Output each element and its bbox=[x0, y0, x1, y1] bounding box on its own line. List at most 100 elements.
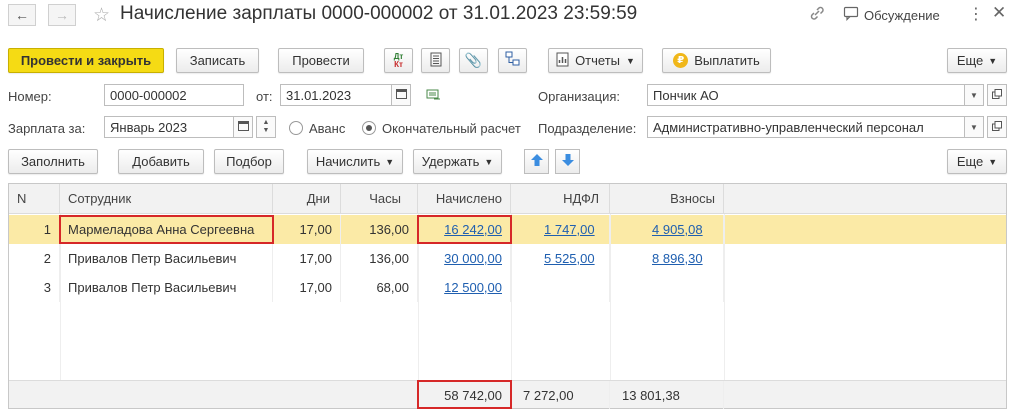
hours-cell[interactable]: 136,00 bbox=[341, 215, 418, 244]
move-down-button[interactable] bbox=[555, 149, 580, 174]
organization-label: Организация: bbox=[538, 89, 621, 104]
comment-icon[interactable] bbox=[426, 89, 441, 105]
calendar-icon bbox=[237, 120, 249, 134]
link-icon[interactable] bbox=[808, 4, 826, 25]
column-header-hours[interactable]: Часы bbox=[341, 184, 418, 214]
organization-open-button[interactable] bbox=[987, 84, 1007, 106]
accrue-button[interactable]: Начислить ▼ bbox=[307, 149, 403, 174]
period-spinner[interactable]: ▲ ▼ bbox=[256, 116, 276, 138]
column-divider bbox=[724, 214, 725, 408]
column-header-n[interactable]: N bbox=[9, 184, 60, 214]
division-dropdown-button[interactable]: ▼ bbox=[964, 116, 984, 138]
kt-text: Кт bbox=[394, 59, 403, 69]
document-button[interactable] bbox=[421, 48, 450, 73]
period-calendar-button[interactable] bbox=[233, 116, 253, 138]
forward-button[interactable]: → bbox=[48, 4, 76, 26]
highlight-accrued-box bbox=[417, 215, 512, 244]
move-up-button[interactable] bbox=[524, 149, 549, 174]
organization-dropdown-button[interactable]: ▼ bbox=[964, 84, 984, 106]
ndfl-cell[interactable]: 1 747,00 bbox=[511, 215, 610, 244]
ndfl-cell[interactable]: 5 525,00 bbox=[511, 244, 610, 273]
ndfl-link[interactable]: 1 747,00 bbox=[544, 222, 595, 237]
fill-button[interactable]: Заполнить bbox=[8, 149, 98, 174]
column-header-filler bbox=[724, 184, 1006, 214]
salary-period-field[interactable]: Январь 2023 bbox=[104, 116, 234, 138]
save-button[interactable]: Записать bbox=[176, 48, 259, 73]
more-menu-icon[interactable]: ⋮ bbox=[968, 4, 984, 24]
total-contributions: 13 801,38 bbox=[610, 381, 724, 409]
advance-radio[interactable] bbox=[289, 121, 303, 135]
salary-for-label: Зарплата за: bbox=[8, 121, 86, 136]
days-cell[interactable]: 17,00 bbox=[273, 215, 341, 244]
division-open-button[interactable] bbox=[987, 116, 1007, 138]
discussion-button[interactable]: Обсуждение bbox=[843, 6, 940, 24]
accrued-link[interactable]: 30 000,00 bbox=[444, 251, 502, 266]
fill-label: Заполнить bbox=[21, 154, 85, 169]
post-button[interactable]: Провести bbox=[278, 48, 364, 73]
pay-button[interactable]: ₽ Выплатить bbox=[662, 48, 771, 73]
add-button[interactable]: Добавить bbox=[118, 149, 204, 174]
post-and-close-label: Провести и закрыть bbox=[20, 53, 152, 68]
dt-kt-button[interactable]: Дт Кт bbox=[384, 48, 413, 73]
hierarchy-icon bbox=[505, 51, 521, 70]
structure-button[interactable] bbox=[498, 48, 527, 73]
accrued-cell[interactable]: 12 500,00 bbox=[418, 273, 511, 302]
ndfl-cell[interactable] bbox=[511, 273, 610, 302]
attach-button[interactable]: 📎 bbox=[459, 48, 488, 73]
division-label: Подразделение: bbox=[538, 121, 637, 136]
row-number: 2 bbox=[9, 244, 60, 273]
employee-cell[interactable]: Привалов Петр Васильевич bbox=[60, 244, 273, 273]
contributions-link[interactable]: 8 896,30 bbox=[652, 251, 703, 266]
more-button[interactable]: Еще ▼ bbox=[947, 48, 1007, 73]
column-header-employee[interactable]: Сотрудник bbox=[60, 184, 273, 214]
report-icon bbox=[556, 52, 569, 70]
dropdown-arrow-icon: ▼ bbox=[484, 156, 494, 167]
column-header-accrued[interactable]: Начислено bbox=[418, 184, 511, 214]
column-header-days[interactable]: Дни bbox=[273, 184, 341, 214]
more-label: Еще bbox=[956, 53, 984, 68]
hours-cell[interactable]: 136,00 bbox=[341, 244, 418, 273]
close-icon[interactable]: ✕ bbox=[992, 3, 1006, 23]
organization-field[interactable]: Пончик АО bbox=[647, 84, 965, 106]
contributions-cell[interactable]: 8 896,30 bbox=[610, 244, 724, 273]
withhold-button[interactable]: Удержать ▼ bbox=[413, 149, 502, 174]
employees-table[interactable]: N Сотрудник Дни Часы Начислено НДФЛ Взно… bbox=[8, 183, 1007, 409]
division-field[interactable]: Административно-управленческий персонал bbox=[647, 116, 965, 138]
accrued-link[interactable]: 12 500,00 bbox=[444, 280, 502, 295]
contributions-cell[interactable]: 4 905,08 bbox=[610, 215, 724, 244]
number-field[interactable]: 0000-000002 bbox=[104, 84, 244, 106]
ndfl-link[interactable]: 5 525,00 bbox=[544, 251, 595, 266]
chat-icon bbox=[843, 6, 859, 24]
hours-cell[interactable]: 68,00 bbox=[341, 273, 418, 302]
dropdown-arrow-icon: ▼ bbox=[988, 55, 998, 66]
post-and-close-button[interactable]: Провести и закрыть bbox=[8, 48, 164, 73]
back-button[interactable]: ← bbox=[8, 4, 36, 26]
spin-up-icon: ▲ bbox=[262, 119, 270, 126]
ruble-coin-icon: ₽ bbox=[673, 53, 689, 68]
column-header-ndfl[interactable]: НДФЛ bbox=[511, 184, 610, 214]
reports-button[interactable]: Отчеты ▼ bbox=[548, 48, 643, 73]
selection-button[interactable]: Подбор bbox=[214, 149, 284, 174]
table-more-button[interactable]: Еще ▼ bbox=[947, 149, 1007, 174]
open-icon bbox=[992, 120, 1002, 134]
contributions-link[interactable]: 4 905,08 bbox=[652, 222, 703, 237]
table-row[interactable]: 3 Привалов Петр Васильевич 17,00 68,00 1… bbox=[9, 273, 1006, 302]
column-header-contributions[interactable]: Взносы bbox=[610, 184, 724, 214]
date-field[interactable]: 31.01.2023 bbox=[280, 84, 392, 106]
dropdown-arrow-icon: ▼ bbox=[626, 55, 635, 66]
contributions-cell[interactable] bbox=[610, 273, 724, 302]
days-cell[interactable]: 17,00 bbox=[273, 273, 341, 302]
spin-down-icon: ▼ bbox=[262, 127, 270, 134]
arrow-right-icon: → bbox=[55, 7, 69, 23]
save-label: Записать bbox=[189, 53, 246, 68]
days-cell[interactable]: 17,00 bbox=[273, 244, 341, 273]
discussion-label: Обсуждение bbox=[864, 7, 940, 23]
calendar-button[interactable] bbox=[391, 84, 411, 106]
accrued-cell[interactable]: 30 000,00 bbox=[418, 244, 511, 273]
final-calculation-radio[interactable] bbox=[362, 121, 376, 135]
star-icon[interactable]: ☆ bbox=[93, 4, 110, 27]
post-label: Провести bbox=[292, 53, 350, 68]
employee-cell[interactable]: Привалов Петр Васильевич bbox=[60, 273, 273, 302]
table-row[interactable]: 2 Привалов Петр Васильевич 17,00 136,00 … bbox=[9, 244, 1006, 273]
advance-label: Аванс bbox=[309, 121, 346, 136]
